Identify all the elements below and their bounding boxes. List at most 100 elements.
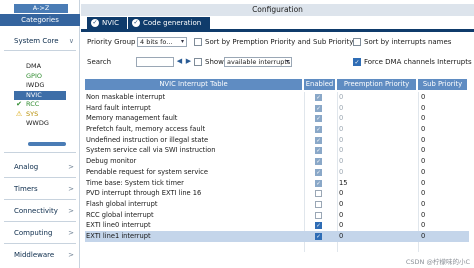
sub-priority-cell[interactable]: 0 (421, 220, 461, 231)
table-row[interactable]: EXTI line0 interrupt ✓ 0 0 (85, 220, 469, 231)
section-divider (4, 50, 76, 51)
preemption-priority-cell[interactable]: 0 (339, 103, 419, 114)
table-row[interactable]: Memory management fault ✓ 0 0 (85, 113, 469, 124)
table-row[interactable]: PVD interrupt through EXTI line 16 0 0 (85, 188, 469, 199)
priority-group-value: 4 bits fo... (140, 38, 173, 46)
sub-priority-cell[interactable]: 0 (421, 145, 461, 156)
check-circle-icon: ✓ (91, 19, 99, 27)
sidebar-item-dma[interactable]: DMA (26, 62, 66, 71)
sidebar-item-gpio[interactable]: GPIO (26, 72, 66, 81)
sort-premption-checkbox[interactable] (194, 38, 202, 46)
watermark: CSDN @柠檬味的小C (405, 258, 470, 266)
timers-section[interactable]: Timers > (14, 183, 74, 195)
sub-priority-cell[interactable]: 0 (421, 178, 461, 189)
tab-nvic[interactable]: ✓ NVIC (87, 17, 127, 29)
sub-priority-cell[interactable]: 0 (421, 167, 461, 178)
sort-interrupts-checkbox[interactable] (353, 38, 361, 46)
table-row[interactable]: Prefetch fault, memory access fault ✓ 0 0 (85, 124, 469, 135)
table-row[interactable]: Time base: System tick timer ✓ 15 0 (85, 178, 469, 189)
enabled-checkbox[interactable]: ✓ (315, 232, 322, 240)
table-row[interactable]: Pendable request for system service ✓ 0 0 (85, 167, 469, 178)
preemption-priority-cell[interactable]: 0 (339, 124, 419, 135)
enabled-checkbox: ✓ (315, 136, 322, 144)
sub-priority-cell[interactable]: 0 (421, 210, 461, 221)
sidebar-item-wwdg[interactable]: WWDG (26, 119, 66, 128)
configuration-panel: Configuration ✓ NVIC ✓ Code generation Pri… (81, 0, 474, 268)
categories-tab[interactable]: Categories (0, 14, 80, 26)
sidebar-item-sys[interactable]: ⚠ SYS (16, 109, 66, 119)
search-previous-icon[interactable]: ◀ (175, 57, 184, 66)
sidebar-scrollbar[interactable] (28, 142, 66, 146)
tab-code-generation[interactable]: ✓ Code generation (128, 17, 210, 29)
preemption-priority-cell[interactable]: 0 (339, 210, 419, 221)
priority-group-select[interactable]: 4 bits fo... ▾ (137, 37, 187, 47)
table-row[interactable]: Hard fault interrupt ✓ 0 0 (85, 103, 469, 114)
preemption-priority-cell[interactable]: 0 (339, 188, 419, 199)
sub-priority-cell[interactable]: 0 (421, 231, 461, 242)
sidebar-item-label: SYS (26, 109, 39, 118)
table-row[interactable]: Non maskable interrupt ✓ 0 0 (85, 92, 469, 103)
sort-premption-label: Sort by Premption Priority and Sub Prior… (205, 38, 354, 46)
preemption-priority-cell[interactable]: 0 (339, 167, 419, 178)
middleware-section[interactable]: Middleware > (14, 249, 74, 261)
sort-az-button[interactable]: A->Z (14, 4, 68, 13)
table-row[interactable]: Debug monitor ✓ 0 0 (85, 156, 469, 167)
middleware-label: Middleware (14, 251, 55, 259)
enabled-checkbox[interactable] (315, 200, 322, 208)
system-core-section[interactable]: System Core ∨ (14, 35, 74, 47)
system-core-label: System Core (14, 37, 59, 45)
preemption-priority-cell[interactable]: 0 (339, 135, 419, 146)
search-next-icon[interactable]: ▶ (184, 57, 193, 66)
table-row[interactable]: Flash global interrupt 0 0 (85, 199, 469, 210)
table-row[interactable]: Undefined instruction or illegal state ✓ 0… (85, 135, 469, 146)
preemption-priority-cell[interactable]: 0 (339, 145, 419, 156)
table-row[interactable]: EXTI line1 interrupt ✓ 0 0 (85, 230, 469, 242)
sidebar-item-iwdg[interactable]: IWDG (26, 81, 66, 90)
preemption-priority-cell[interactable]: 15 (339, 178, 419, 189)
sub-priority-cell[interactable]: 0 (421, 135, 461, 146)
sidebar-item-nvic[interactable]: NVIC (14, 90, 66, 100)
show-label: Show (205, 58, 224, 66)
preemption-priority-cell[interactable]: 0 (339, 156, 419, 167)
sidebar-item-rcc[interactable]: ✔ RCC (16, 100, 66, 109)
column-header-interrupt[interactable]: NVIC Interrupt Table (85, 79, 303, 90)
connectivity-section[interactable]: Connectivity > (14, 205, 74, 217)
sub-priority-cell[interactable]: 0 (421, 199, 461, 210)
sub-priority-cell[interactable]: 0 (421, 188, 461, 199)
priority-group-label: Priority Group (87, 38, 136, 46)
analog-section[interactable]: Analog > (14, 161, 74, 173)
chevron-right-icon: > (68, 185, 74, 193)
chevron-down-icon: ▾ (180, 38, 184, 45)
force-dma-checkbox[interactable]: ✓ (353, 58, 361, 66)
sub-priority-cell[interactable]: 0 (421, 92, 461, 103)
sort-interrupts-label: Sort by interrupts names (364, 38, 452, 46)
show-select[interactable]: available interrupts ▾ (224, 57, 292, 67)
force-dma-label: Force DMA channels Interrupts (364, 58, 472, 66)
interrupt-name-cell: Time base: System tick timer (86, 178, 184, 187)
enabled-checkbox[interactable]: ✓ (315, 222, 322, 230)
timers-label: Timers (14, 185, 38, 193)
show-value: available interrupts (227, 58, 291, 66)
enabled-checkbox: ✓ (315, 168, 322, 176)
preemption-priority-cell[interactable]: 0 (339, 92, 419, 103)
preemption-priority-cell[interactable]: 0 (339, 199, 419, 210)
sub-priority-cell[interactable]: 0 (421, 113, 461, 124)
column-header-sub-priority[interactable]: Sub Priority (418, 79, 468, 90)
sidebar-item-label: DMA (26, 62, 42, 70)
sub-priority-cell[interactable]: 0 (421, 103, 461, 114)
show-checkbox[interactable] (194, 58, 202, 66)
enabled-checkbox[interactable] (315, 190, 322, 198)
preemption-priority-cell[interactable]: 0 (339, 220, 419, 231)
section-divider (4, 221, 76, 222)
enabled-checkbox[interactable] (315, 211, 322, 219)
preemption-priority-cell[interactable]: 0 (339, 113, 419, 124)
column-header-enabled[interactable]: Enabled (304, 79, 336, 90)
table-row[interactable]: RCC global interrupt 0 0 (85, 210, 469, 221)
preemption-priority-cell[interactable]: 0 (339, 231, 419, 242)
sub-priority-cell[interactable]: 0 (421, 124, 461, 135)
computing-section[interactable]: Computing > (14, 227, 74, 239)
table-row[interactable]: System service call via SWI instruction ✓… (85, 145, 469, 156)
sub-priority-cell[interactable]: 0 (421, 156, 461, 167)
column-header-preemption[interactable]: Preemption Priority (337, 79, 417, 90)
search-input[interactable] (136, 57, 174, 67)
